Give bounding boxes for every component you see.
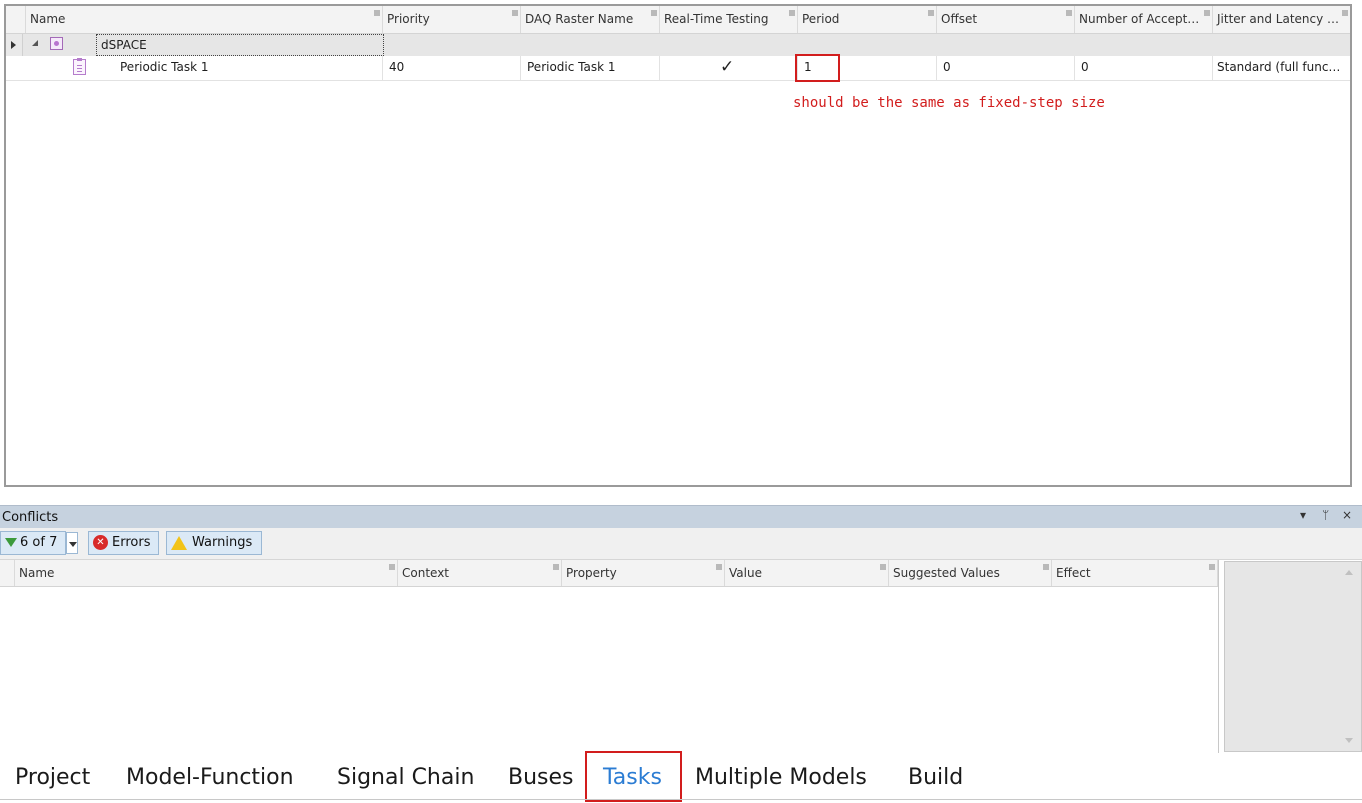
tab-project[interactable]: Project: [15, 763, 90, 793]
tab-build[interactable]: Build: [908, 763, 963, 793]
conflicts-title: Conflicts: [2, 510, 59, 525]
column-header-jitter-and-latency[interactable]: Jitter and Latency …: [1213, 6, 1350, 33]
conflicts-column-suggested-values[interactable]: Suggested Values: [889, 560, 1052, 586]
conflicts-column-property[interactable]: Property: [562, 560, 725, 586]
column-resize-grip[interactable]: [553, 564, 559, 570]
errors-toggle-button[interactable]: ✕ Errors: [88, 531, 159, 555]
row-indicator-header: [0, 560, 15, 586]
task-offset-cell[interactable]: 0: [937, 56, 1075, 80]
task-number-accepted-cell[interactable]: 0: [1075, 56, 1213, 80]
conflicts-column-context[interactable]: Context: [398, 560, 562, 586]
period-highlight-box: [795, 54, 840, 82]
column-header-number-of-accepted[interactable]: Number of Accept…: [1075, 6, 1213, 33]
task-name-cell[interactable]: Periodic Task 1: [116, 56, 383, 80]
tasks-grid-header: Name Priority DAQ Raster Name Real-Time …: [6, 6, 1350, 34]
group-name-cell[interactable]: dSPACE: [96, 34, 384, 56]
conflicts-grid-header: Name Context Property Value Suggested Va…: [0, 560, 1218, 587]
conflicts-column-name[interactable]: Name: [15, 560, 398, 586]
conflicts-column-effect[interactable]: Effect: [1052, 560, 1218, 586]
tab-multiple-models[interactable]: Multiple Models: [695, 763, 867, 793]
close-icon[interactable]: ×: [1342, 508, 1352, 522]
conflict-details-pane: [1224, 561, 1362, 752]
column-resize-grip[interactable]: [1209, 564, 1215, 570]
column-resize-grip[interactable]: [1066, 10, 1072, 16]
task-jitter-latency-cell[interactable]: Standard (full func…: [1213, 56, 1350, 80]
column-resize-grip[interactable]: [1342, 10, 1348, 16]
warning-icon: [171, 535, 187, 550]
scroll-up-icon[interactable]: [1345, 570, 1353, 575]
tab-model-function[interactable]: Model-Function: [126, 763, 294, 793]
task-priority-cell[interactable]: 40: [383, 56, 521, 80]
column-resize-grip[interactable]: [789, 10, 795, 16]
pin-icon[interactable]: ᛘ: [1322, 508, 1329, 522]
current-row-arrow-icon: [11, 41, 16, 49]
warnings-toggle-button[interactable]: Warnings: [166, 531, 262, 555]
conflicts-toolbar: 6 of 7 ✕ Errors Warnings: [0, 528, 1362, 560]
column-resize-grip[interactable]: [389, 564, 395, 570]
conflicts-title-bar: Conflicts ▾ ᛘ ×: [0, 505, 1362, 529]
column-resize-grip[interactable]: [928, 10, 934, 16]
column-resize-grip[interactable]: [1204, 10, 1210, 16]
error-icon: ✕: [93, 535, 108, 550]
collapse-triangle-icon[interactable]: [32, 40, 38, 46]
filter-button[interactable]: 6 of 7: [0, 531, 66, 555]
column-resize-grip[interactable]: [651, 10, 657, 16]
column-header-offset[interactable]: Offset: [937, 6, 1075, 33]
tree-row-periodic-task[interactable]: Periodic Task 1 40 Periodic Task 1 1 0 0…: [6, 56, 1350, 81]
row-indicator-header: [6, 6, 26, 33]
filter-dropdown-arrow[interactable]: [66, 532, 78, 554]
column-header-name[interactable]: Name: [26, 6, 383, 33]
tasks-grid: Name Priority DAQ Raster Name Real-Time …: [4, 4, 1352, 487]
filter-icon: [5, 538, 17, 547]
column-header-priority[interactable]: Priority: [383, 6, 521, 33]
periodic-task-icon: [73, 58, 86, 75]
column-header-period[interactable]: Period: [798, 6, 937, 33]
pane-menu-icon[interactable]: ▾: [1300, 508, 1306, 522]
column-resize-grip[interactable]: [374, 10, 380, 16]
column-resize-grip[interactable]: [716, 564, 722, 570]
column-header-real-time-testing[interactable]: Real-Time Testing: [660, 6, 798, 33]
task-group-icon: [50, 37, 63, 50]
column-resize-grip[interactable]: [1043, 564, 1049, 570]
task-daq-raster-cell[interactable]: Periodic Task 1: [521, 56, 660, 80]
column-resize-grip[interactable]: [880, 564, 886, 570]
period-annotation: should be the same as fixed-step size: [793, 95, 1105, 111]
real-time-testing-checkbox[interactable]: ✓: [720, 57, 734, 77]
tab-bar-divider: [0, 799, 1362, 800]
conflicts-grid: Name Context Property Value Suggested Va…: [0, 560, 1219, 753]
scroll-down-icon[interactable]: [1345, 738, 1353, 743]
tab-signal-chain[interactable]: Signal Chain: [337, 763, 474, 793]
column-resize-grip[interactable]: [512, 10, 518, 16]
column-header-daq-raster-name[interactable]: DAQ Raster Name: [521, 6, 660, 33]
tasks-tab-highlight-box: [585, 751, 682, 802]
conflicts-column-value[interactable]: Value: [725, 560, 889, 586]
tab-buses[interactable]: Buses: [508, 763, 574, 793]
